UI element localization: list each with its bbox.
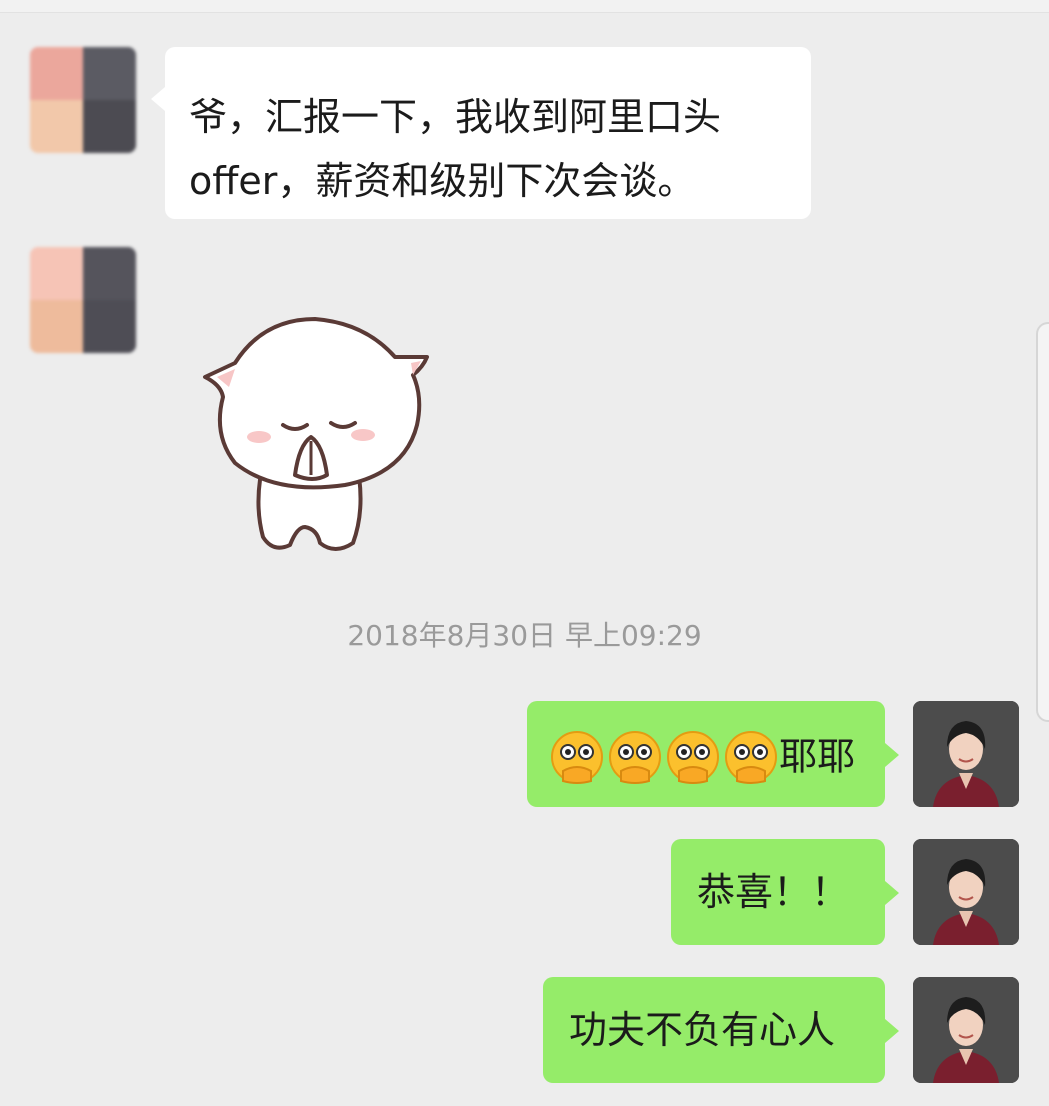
contact-avatar[interactable] [30,247,136,353]
hand-over-mouth-emoji [609,730,661,784]
message-timestamp: 2018年8月30日 早上09:29 [347,619,702,652]
top-edge [0,0,1049,13]
message-bubble-incoming[interactable]: 爷，汇报一下，我收到阿里口头 offer，薪资和级别下次会谈。 [151,47,811,219]
my-avatar[interactable] [913,701,1019,807]
message-text-line: 爷，汇报一下，我收到阿里口头 [189,95,722,139]
my-avatar[interactable] [913,839,1019,945]
message-bubble-outgoing[interactable]: 耶耶 [527,701,899,807]
message-bubble-outgoing[interactable]: 功夫不负有心人 [543,977,899,1083]
message-text: 耶耶 [779,734,856,779]
message-text: 恭喜！！ [697,870,850,914]
message-bubble-outgoing[interactable]: 恭喜！！ [671,839,899,945]
my-avatar[interactable] [913,977,1019,1083]
praying-cat-sticker[interactable] [195,305,435,560]
hand-over-mouth-emoji [551,730,603,784]
contact-avatar[interactable] [30,47,136,153]
message-text: 功夫不负有心人 [569,1008,836,1052]
emoji-group [549,729,779,785]
hand-over-mouth-emoji [725,730,777,784]
message-text-line: offer，薪资和级别下次会谈。 [189,159,696,203]
hand-over-mouth-emoji [667,730,719,784]
scrollbar-handle[interactable] [1036,322,1049,722]
